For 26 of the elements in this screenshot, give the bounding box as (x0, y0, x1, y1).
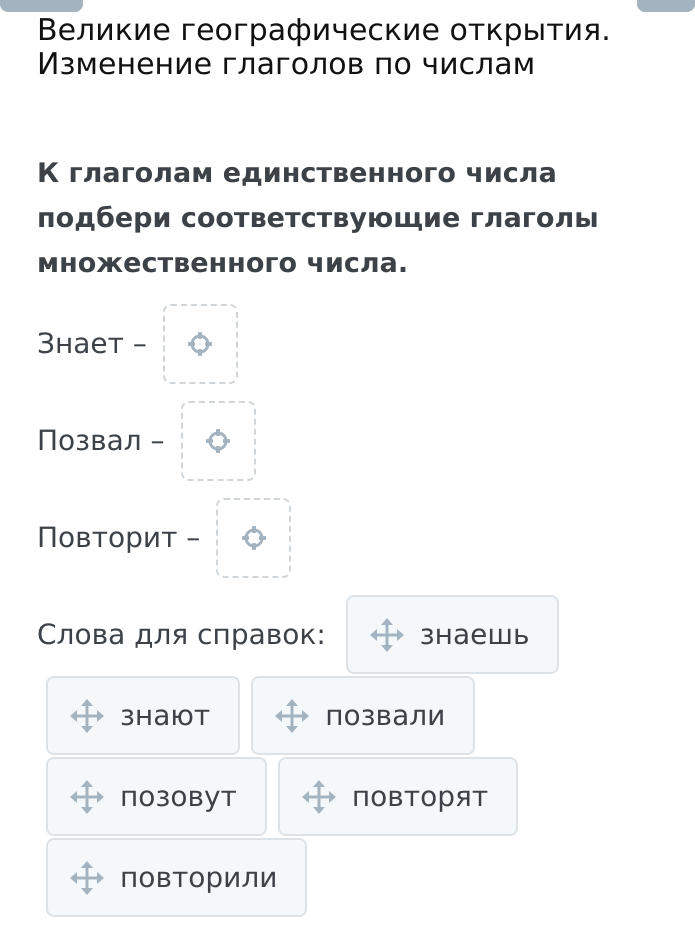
move-icon (70, 698, 104, 733)
prompt-text: Знает – (37, 326, 147, 362)
move-icon (70, 860, 104, 895)
word-chip[interactable]: позовут (46, 757, 267, 836)
word-chip[interactable]: знаешь (346, 595, 560, 674)
word-bank-label: Слова для справок: (37, 616, 326, 653)
drop-zone[interactable] (162, 304, 238, 384)
word-chip[interactable]: повторили (46, 838, 308, 918)
move-icon (70, 780, 104, 814)
target-icon (186, 330, 214, 358)
page-title: Великие географические открытия. Изменение глаголов по числам (37, 14, 612, 82)
word-chip[interactable]: позвали (251, 676, 476, 756)
word-chip[interactable]: повторят (278, 757, 518, 836)
tab-edge[interactable] (0, 0, 83, 12)
move-icon (275, 698, 310, 733)
prompt-text: Позвал – (37, 423, 165, 460)
prompt-text: Повторит – (37, 520, 200, 556)
instruction-text: К глаголам единственного числа подбери соответствующие глаголы множественного числа. (37, 157, 600, 282)
drop-zone[interactable] (180, 401, 256, 482)
move-icon (370, 618, 404, 652)
drop-zone[interactable] (216, 498, 292, 578)
word-chip[interactable]: знают (46, 676, 240, 756)
tab-edge[interactable] (637, 0, 695, 12)
target-icon (240, 524, 268, 552)
move-icon (302, 780, 336, 814)
target-icon (204, 427, 232, 456)
